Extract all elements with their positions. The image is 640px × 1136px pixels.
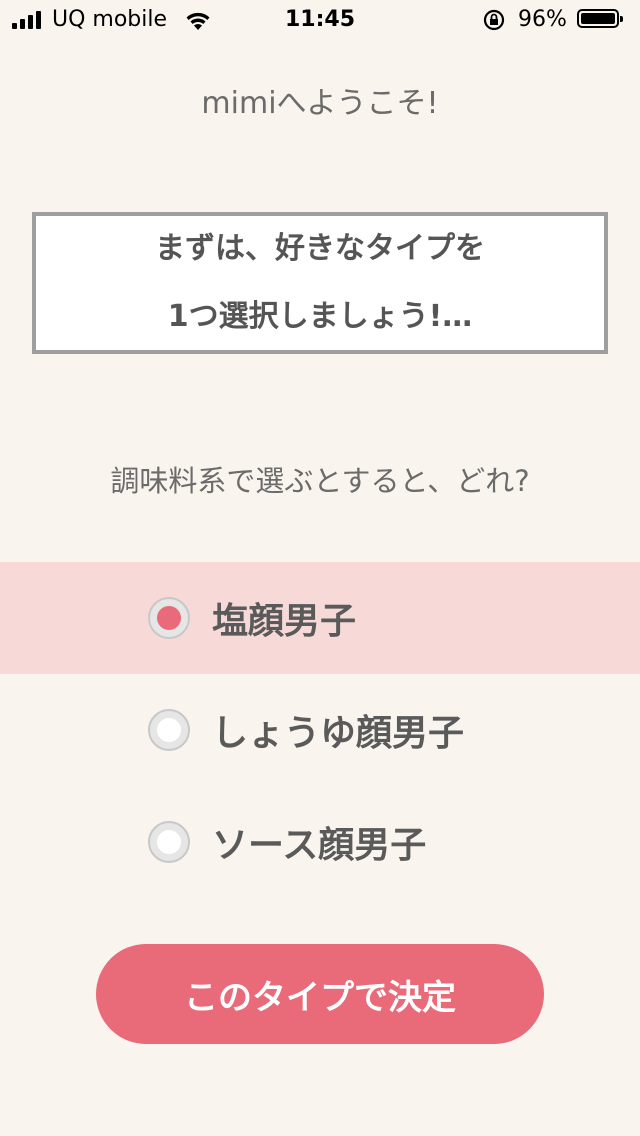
option-sauce-gao[interactable]: ソース顔男子: [0, 786, 640, 898]
radio-button[interactable]: [148, 821, 190, 863]
option-shio-gao[interactable]: 塩顔男子: [0, 562, 640, 674]
intro-line-2: 1つ選択しましょう!…: [167, 299, 473, 334]
rotation-lock-icon: [482, 8, 506, 38]
intro-line-1: まずは、好きなタイプを: [155, 231, 485, 266]
battery-percent: 96%: [518, 7, 567, 32]
battery-icon: [577, 9, 623, 28]
radio-button[interactable]: [148, 597, 190, 639]
welcome-title: mimiへようこそ!: [201, 86, 439, 121]
option-label: ソース顔男子: [212, 825, 427, 866]
radio-button[interactable]: [148, 709, 190, 751]
option-label: しょうゆ顔男子: [212, 713, 465, 754]
status-bar: UQ mobile 11:45 96%: [0, 0, 640, 40]
option-label: 塩顔男子: [212, 601, 357, 642]
intro-message-box: まずは、好きなタイプを 1つ選択しましょう!…: [32, 212, 608, 354]
option-shoyu-gao[interactable]: しょうゆ顔男子: [0, 674, 640, 786]
confirm-type-button[interactable]: このタイプで決定: [96, 944, 544, 1044]
options-list: 塩顔男子 しょうゆ顔男子 ソース顔男子: [0, 562, 640, 898]
question-text: 調味料系で選ぶとすると、どれ?: [110, 464, 530, 498]
